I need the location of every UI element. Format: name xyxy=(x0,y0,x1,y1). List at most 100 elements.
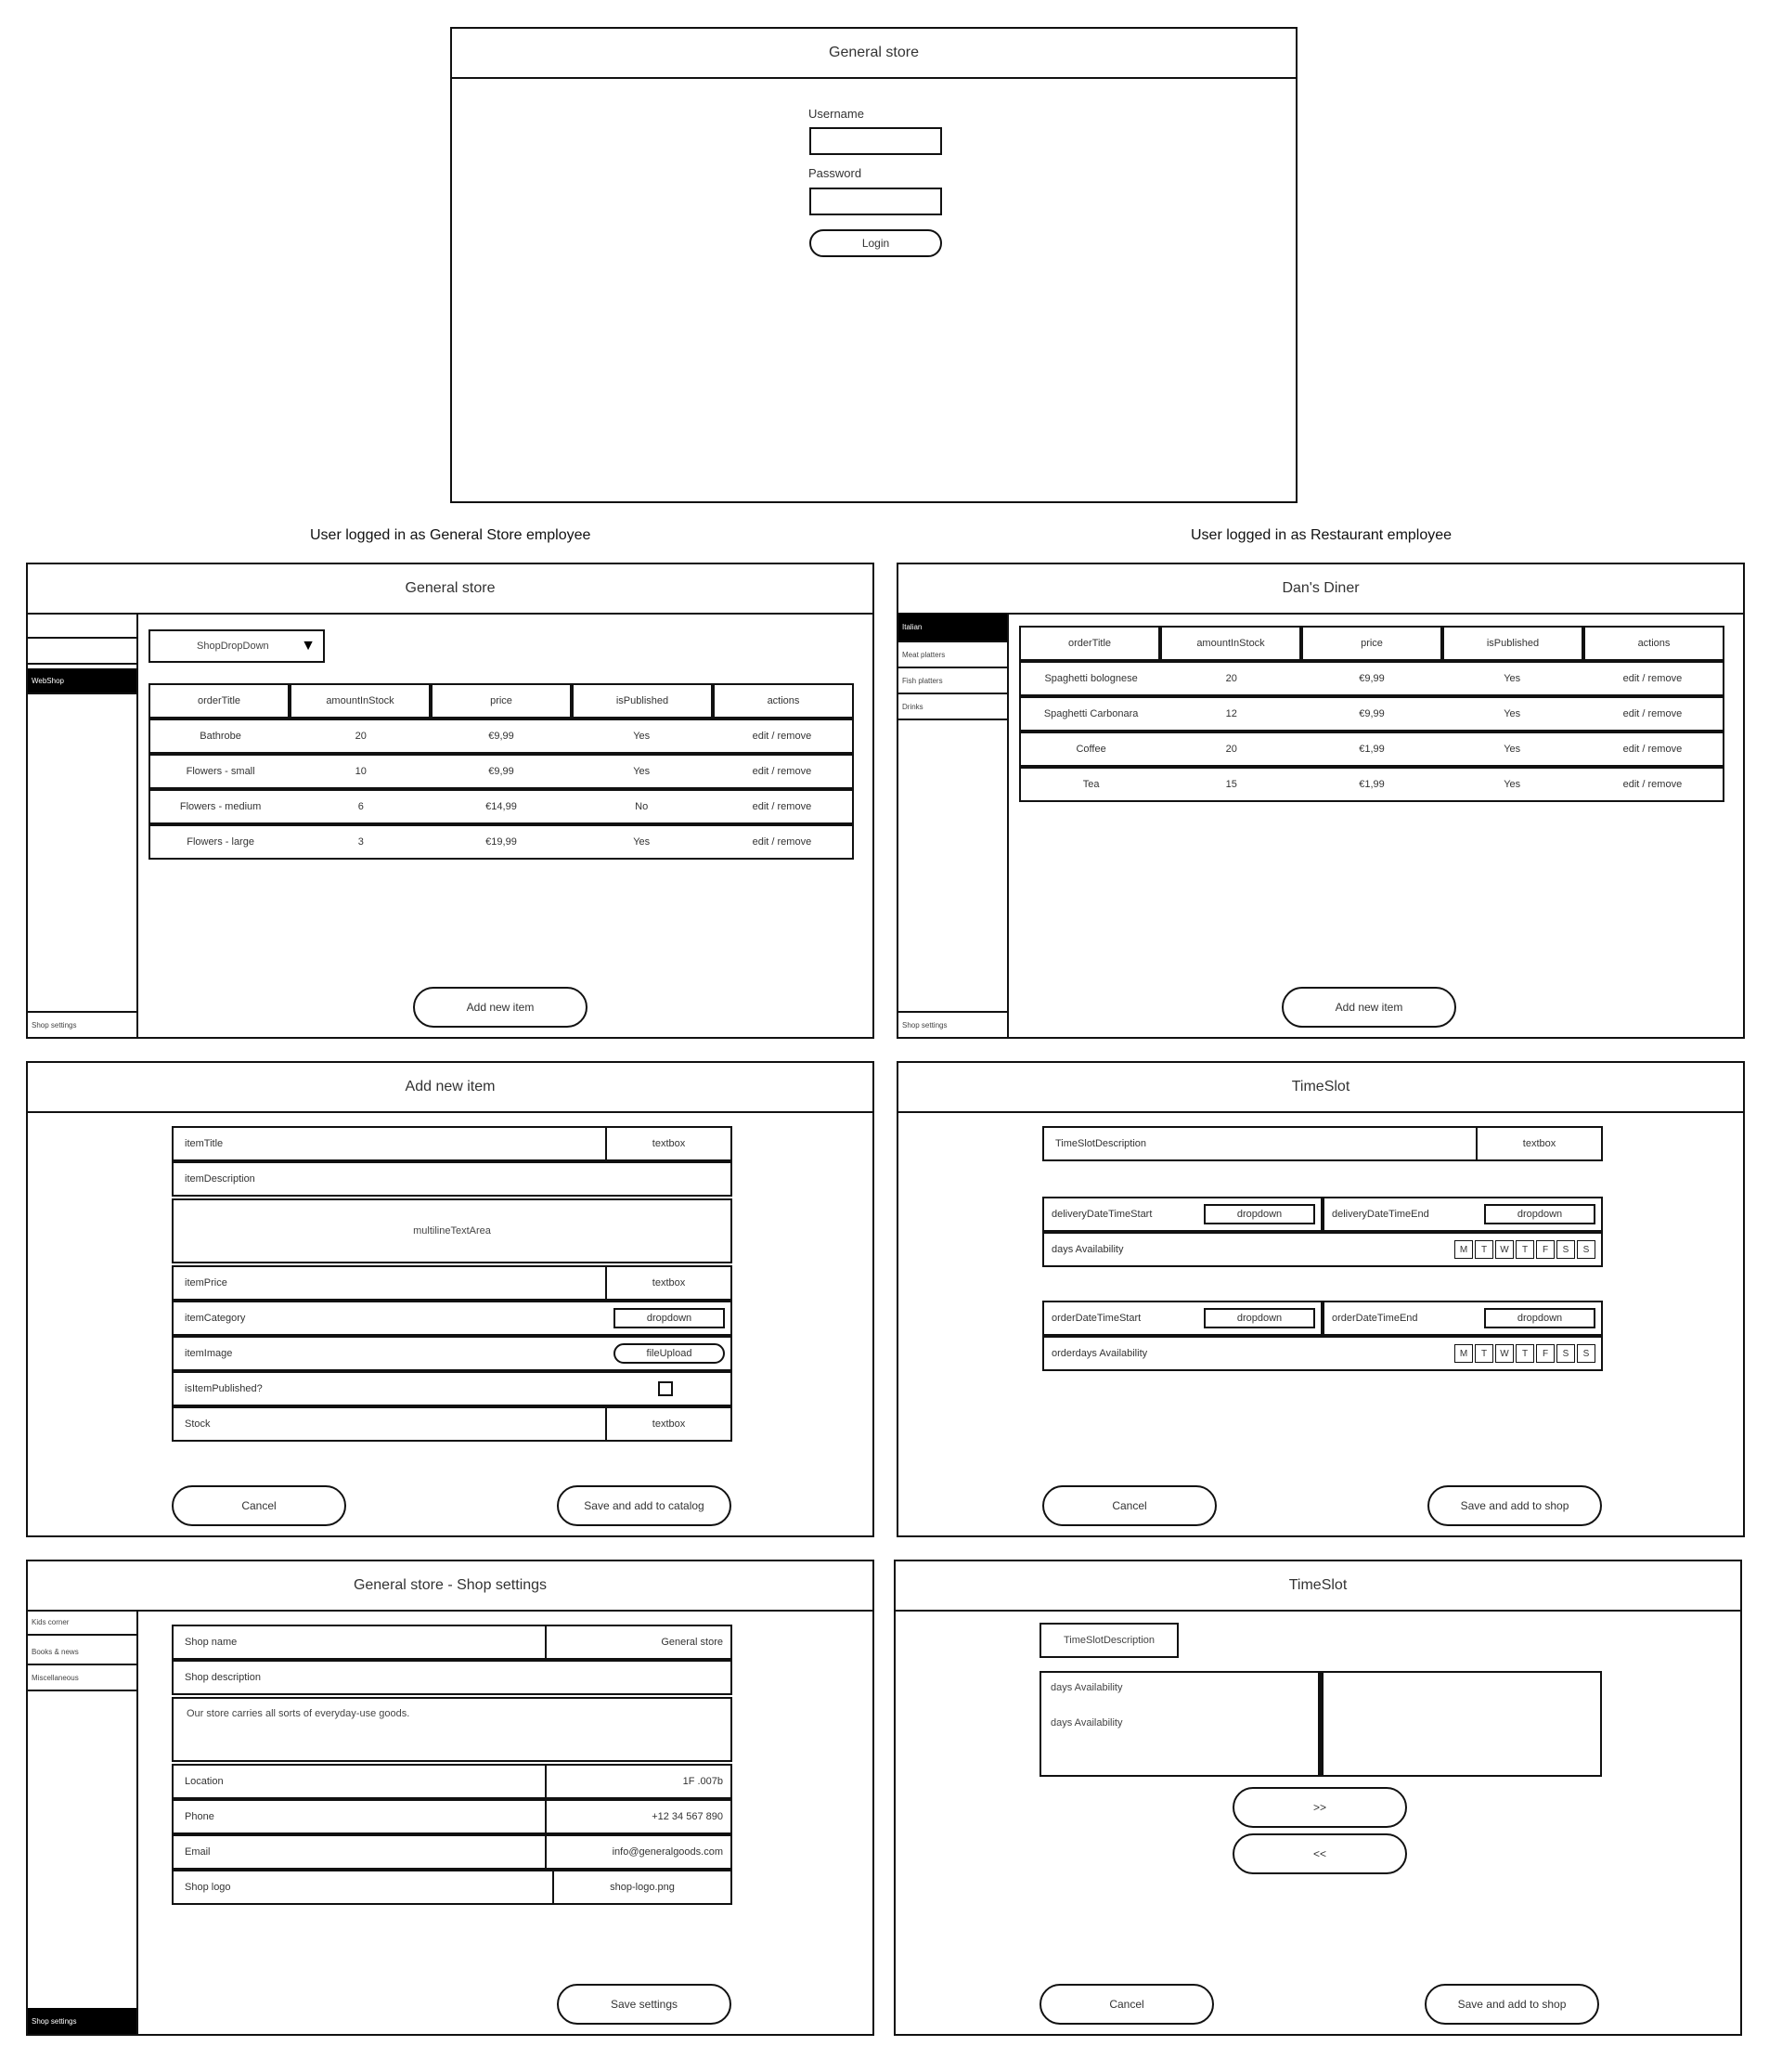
caption-store-employee: User logged in as General Store employee xyxy=(310,527,591,543)
table-row: Flowers - small 10 €9,99 Yes edit / remo… xyxy=(148,754,854,789)
available-day-item[interactable]: days Availability xyxy=(1051,1682,1122,1693)
delivery-start-label: deliveryDateTimeStart xyxy=(1052,1209,1153,1220)
location-value: 1F .007b xyxy=(682,1776,723,1787)
col-header: actions xyxy=(1583,626,1724,661)
table-cell: €9,99 xyxy=(488,731,514,742)
table-cell: Coffee xyxy=(1076,744,1106,755)
item-description-row: itemDescription xyxy=(172,1161,732,1197)
timeslot-description-label: TimeSlotDescription xyxy=(1055,1138,1147,1149)
day-toggle[interactable]: S xyxy=(1556,1344,1575,1363)
email-input[interactable]: info@generalgoods.com xyxy=(545,1836,730,1868)
login-title: General store xyxy=(452,29,1296,79)
row-actions-link[interactable]: edit / remove xyxy=(712,826,852,858)
sidebar-item-meat-platters[interactable]: Meat platters xyxy=(898,642,1007,668)
sidebar-item-empty-2[interactable] xyxy=(28,639,136,665)
row-actions-link[interactable]: edit / remove xyxy=(1582,663,1723,694)
username-input[interactable] xyxy=(809,127,942,155)
day-toggle[interactable]: W xyxy=(1495,1240,1514,1259)
add-new-item-button[interactable]: Add new item xyxy=(413,987,588,1028)
row-actions-link[interactable]: edit / remove xyxy=(712,756,852,787)
row-actions-link[interactable]: edit / remove xyxy=(712,791,852,822)
delivery-end-cell: deliveryDateTimeEnd dropdown xyxy=(1323,1197,1603,1232)
timeslot-description-field[interactable]: TimeSlotDescription xyxy=(1040,1623,1179,1658)
item-description-textarea[interactable]: multilineTextArea xyxy=(172,1198,732,1263)
shop-name-input[interactable]: General store xyxy=(545,1626,730,1658)
timeslot-description-input[interactable]: textbox xyxy=(1476,1128,1601,1159)
shop-dropdown[interactable]: ShopDropDown ▼ xyxy=(148,629,325,663)
save-to-catalog-button[interactable]: Save and add to catalog xyxy=(557,1485,731,1526)
sidebar-item-miscellaneous[interactable]: Miscellaneous xyxy=(28,1665,136,1691)
sidebar-item-shop-settings[interactable]: Shop settings xyxy=(28,2008,136,2034)
delivery-start-dropdown[interactable]: dropdown xyxy=(1204,1204,1315,1224)
available-days-list[interactable]: days Availability days Availability xyxy=(1040,1671,1322,1777)
item-title-input[interactable]: textbox xyxy=(605,1128,730,1159)
sidebar-item-shop-settings[interactable]: Shop settings xyxy=(28,1011,136,1037)
order-start-dropdown[interactable]: dropdown xyxy=(1204,1308,1315,1328)
sidebar-item-kids-corner[interactable]: Kids corner xyxy=(28,1610,136,1636)
table-cell: No xyxy=(635,801,649,812)
day-toggle[interactable]: M xyxy=(1454,1240,1473,1259)
row-actions-link[interactable]: edit / remove xyxy=(712,720,852,752)
col-header: orderTitle xyxy=(148,683,290,719)
sidebar-item-books-news[interactable]: Books & news xyxy=(28,1639,136,1665)
day-toggle[interactable]: T xyxy=(1475,1240,1493,1259)
row-actions-link[interactable]: edit / remove xyxy=(1582,769,1723,800)
order-end-dropdown[interactable]: dropdown xyxy=(1484,1308,1595,1328)
login-screen: General store Username Password Login xyxy=(450,27,1298,503)
cancel-button[interactable]: Cancel xyxy=(172,1485,346,1526)
location-input[interactable]: 1F .007b xyxy=(545,1766,730,1797)
day-toggle[interactable]: S xyxy=(1577,1240,1595,1259)
row-actions-link[interactable]: edit / remove xyxy=(1582,733,1723,765)
row-actions-link[interactable]: edit / remove xyxy=(1582,698,1723,730)
selected-days-list[interactable] xyxy=(1322,1671,1602,1777)
save-settings-button[interactable]: Save settings xyxy=(557,1984,731,2025)
email-label: Email xyxy=(185,1846,211,1858)
day-toggle[interactable]: S xyxy=(1556,1240,1575,1259)
item-price-input[interactable]: textbox xyxy=(605,1267,730,1299)
sidebar-item-drinks[interactable]: Drinks xyxy=(898,694,1007,720)
table-cell: Bathrobe xyxy=(200,731,241,742)
table-row: Flowers - large 3 €19,99 Yes edit / remo… xyxy=(148,824,854,860)
phone-input[interactable]: +12 34 567 890 xyxy=(545,1801,730,1832)
timeslot-title: TimeSlot xyxy=(898,1063,1743,1113)
cancel-button[interactable]: Cancel xyxy=(1040,1984,1214,2025)
item-title-label: itemTitle xyxy=(185,1138,224,1149)
add-new-item-button[interactable]: Add new item xyxy=(1282,987,1456,1028)
table-cell: €19,99 xyxy=(485,836,517,848)
delivery-start-cell: deliveryDateTimeStart dropdown xyxy=(1042,1197,1323,1232)
sidebar-item-shop-settings[interactable]: Shop settings xyxy=(898,1011,1007,1037)
table-cell: Spaghetti Carbonara xyxy=(1043,708,1139,719)
shop-logo-upload[interactable]: shop-logo.png xyxy=(552,1871,730,1903)
move-right-button[interactable]: >> xyxy=(1233,1787,1407,1828)
stock-input[interactable]: textbox xyxy=(605,1408,730,1440)
delivery-end-dropdown[interactable]: dropdown xyxy=(1484,1204,1595,1224)
day-toggle[interactable]: T xyxy=(1475,1344,1493,1363)
available-day-item[interactable]: days Availability xyxy=(1051,1717,1122,1729)
sidebar-item-fish-platters[interactable]: Fish platters xyxy=(898,668,1007,694)
email-value: info@generalgoods.com xyxy=(612,1846,723,1858)
day-toggle[interactable]: M xyxy=(1454,1344,1473,1363)
day-toggle[interactable]: F xyxy=(1536,1344,1555,1363)
password-input[interactable] xyxy=(809,188,942,215)
cancel-button[interactable]: Cancel xyxy=(1042,1485,1217,1526)
item-category-dropdown[interactable]: dropdown xyxy=(613,1308,725,1328)
save-to-shop-button[interactable]: Save and add to shop xyxy=(1425,1984,1599,2025)
day-toggle[interactable]: W xyxy=(1495,1344,1514,1363)
item-image-upload[interactable]: fileUpload xyxy=(613,1343,725,1364)
orderdays-availability-row: orderdays Availability M T W T F S S xyxy=(1042,1336,1603,1371)
day-toggle[interactable]: T xyxy=(1516,1344,1534,1363)
is-published-checkbox[interactable] xyxy=(658,1381,673,1396)
day-toggle[interactable]: T xyxy=(1516,1240,1534,1259)
day-toggle[interactable]: S xyxy=(1577,1344,1595,1363)
shop-name-label: Shop name xyxy=(185,1637,238,1648)
sidebar-item-empty-1[interactable] xyxy=(28,613,136,639)
shop-description-textarea[interactable]: Our store carries all sorts of everyday-… xyxy=(172,1697,732,1762)
login-button[interactable]: Login xyxy=(809,229,942,257)
sidebar-item-italian[interactable]: Italian xyxy=(898,613,1007,642)
sidebar-item-webshop[interactable]: WebShop xyxy=(28,668,136,694)
settings-sidebar: Kids corner Books & news Miscellaneous S… xyxy=(28,1610,138,2034)
save-to-shop-button[interactable]: Save and add to shop xyxy=(1427,1485,1602,1526)
table-cell: €9,99 xyxy=(488,766,514,777)
move-left-button[interactable]: << xyxy=(1233,1833,1407,1874)
day-toggle[interactable]: F xyxy=(1536,1240,1555,1259)
